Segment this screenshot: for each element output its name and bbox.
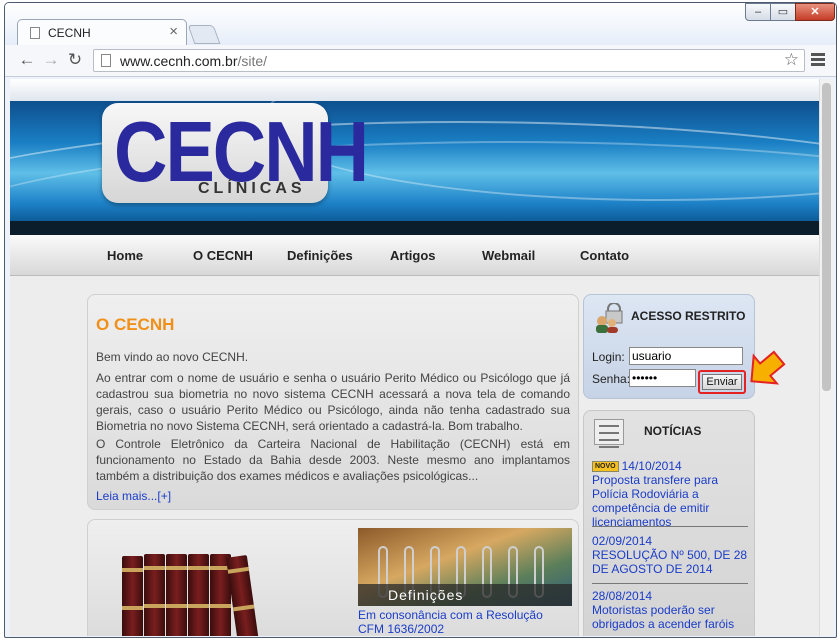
definitions-panel: Definições Em consonância com a Resoluçã… bbox=[87, 519, 579, 636]
intro-panel: O CECNH Bem vindo ao novo CECNH. Ao entr… bbox=[87, 294, 579, 510]
submit-button[interactable]: Enviar bbox=[702, 374, 742, 390]
nav-o-cecnh[interactable]: O CECNH bbox=[193, 248, 253, 263]
page-icon bbox=[101, 54, 111, 67]
tab-strip: CECNH × – ▭ ✕ bbox=[5, 3, 836, 46]
nav-artigos[interactable]: Artigos bbox=[390, 248, 436, 263]
submit-highlight: Enviar bbox=[698, 370, 746, 394]
nav-home[interactable]: Home bbox=[107, 248, 143, 263]
intro-paragraph-2: O Controle Eletrônico da Carteira Nacion… bbox=[96, 437, 570, 483]
welcome-text: Bem vindo ao novo CECNH. bbox=[96, 350, 249, 364]
tab-title: CECNH bbox=[48, 26, 91, 40]
news-panel: NOTÍCIAS NOVO 14/10/2014 Proposta transfe… bbox=[583, 410, 755, 636]
login-label: Login: bbox=[592, 350, 625, 364]
read-more-link[interactable]: Leia mais...[+] bbox=[96, 489, 171, 503]
back-arrow-icon[interactable]: ← bbox=[17, 50, 37, 70]
intro-paragraph-1: Ao entrar com o nome de usuário e senha … bbox=[96, 371, 570, 433]
pointer-arrow-icon bbox=[750, 350, 786, 385]
minimize-button[interactable]: – bbox=[745, 3, 771, 21]
definitions-caption: Definições bbox=[358, 584, 572, 606]
forward-arrow-icon[interactable]: → bbox=[41, 50, 61, 70]
main-nav: Home O CECNH Definições Artigos Webmail … bbox=[10, 235, 819, 276]
newspaper-icon bbox=[594, 419, 624, 448]
news-item[interactable]: 02/09/2014 RESOLUÇÃO Nº 500, DE 28 DE AG… bbox=[592, 534, 748, 576]
scrollbar-thumb[interactable] bbox=[822, 83, 831, 391]
nav-definicoes[interactable]: Definições bbox=[287, 248, 353, 263]
page-icon bbox=[30, 27, 40, 39]
maximize-button[interactable]: ▭ bbox=[770, 3, 796, 21]
login-input[interactable] bbox=[629, 347, 743, 365]
new-tab-button[interactable] bbox=[187, 25, 221, 44]
news-heading: NOTÍCIAS bbox=[644, 424, 702, 438]
divider bbox=[592, 583, 748, 584]
browser-window: CECNH × – ▭ ✕ ← → ↻ www.cecnh.com.br/sit… bbox=[4, 2, 837, 638]
vertical-scrollbar[interactable] bbox=[819, 79, 833, 636]
section-title: O CECNH bbox=[96, 315, 175, 334]
close-tab-icon[interactable]: × bbox=[169, 23, 178, 40]
restricted-access-box: ACESSO RESTRITO Login: Senha: Enviar bbox=[583, 294, 755, 399]
url-text: www.cecnh.com.br/site/ bbox=[120, 53, 268, 69]
divider bbox=[592, 526, 748, 527]
site-logo[interactable]: CECNH CLÍNICAS bbox=[102, 103, 369, 203]
law-books-image bbox=[122, 544, 272, 636]
restricted-access-heading: ACESSO RESTRITO bbox=[631, 309, 746, 323]
bookmark-star-icon[interactable]: ☆ bbox=[784, 50, 799, 70]
nav-contato[interactable]: Contato bbox=[580, 248, 629, 263]
definitions-banner-image[interactable]: Definições bbox=[358, 528, 572, 606]
password-label: Senha: bbox=[592, 372, 631, 386]
reload-icon[interactable]: ↻ bbox=[65, 50, 85, 70]
menu-icon[interactable] bbox=[811, 53, 825, 68]
users-lock-icon bbox=[596, 303, 623, 333]
news-item[interactable]: 28/08/2014 Motoristas poderão ser obriga… bbox=[592, 589, 748, 631]
news-item[interactable]: NOVO 14/10/2014 Proposta transfere para P… bbox=[592, 459, 748, 529]
nav-webmail[interactable]: Webmail bbox=[482, 248, 535, 263]
browser-tab[interactable]: CECNH × bbox=[17, 19, 187, 46]
page-viewport: CECNH CLÍNICAS Home O CECNH Definições A… bbox=[10, 79, 819, 636]
browser-toolbar: ← → ↻ www.cecnh.com.br/site/ ☆ bbox=[5, 45, 836, 77]
definitions-link[interactable]: Em consonância com a Resolução CFM 1636/… bbox=[358, 608, 572, 636]
password-input[interactable] bbox=[629, 369, 696, 387]
new-badge: NOVO bbox=[592, 461, 619, 473]
close-window-button[interactable]: ✕ bbox=[795, 3, 835, 21]
address-bar[interactable]: www.cecnh.com.br/site/ ☆ bbox=[93, 49, 805, 72]
